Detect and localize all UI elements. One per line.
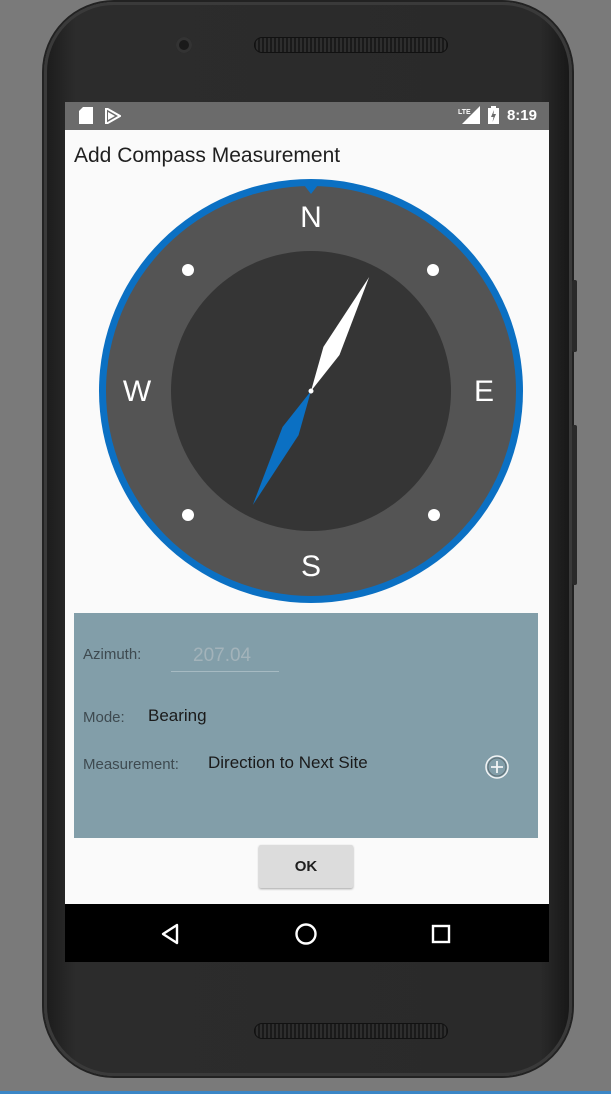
azimuth-label: Azimuth: [83, 646, 142, 663]
measurement-value[interactable]: Direction to Next Site [208, 753, 368, 773]
recents-icon[interactable] [423, 916, 459, 952]
screen: LTE 8:19 Add Compass Measurement N E S W [65, 102, 549, 962]
compass-dial[interactable]: N E S W [99, 179, 523, 603]
signal-icon: LTE [458, 106, 480, 124]
status-time: 8:19 [506, 106, 537, 124]
compass-tick-ne [427, 264, 439, 276]
navigation-bar [65, 904, 549, 962]
compass-label-east: E [474, 375, 494, 408]
battery-charging-icon [487, 106, 499, 124]
back-icon[interactable] [152, 916, 188, 952]
compass-tick-nw [182, 264, 194, 276]
sd-card-icon [79, 107, 93, 124]
play-store-icon [105, 107, 121, 124]
power-button[interactable] [572, 280, 577, 352]
svg-text:LTE: LTE [458, 109, 471, 116]
compass-label-north: N [300, 201, 322, 234]
ok-button[interactable]: OK [259, 845, 353, 888]
volume-rocker[interactable] [572, 425, 577, 585]
measurement-panel: Azimuth: Mode: Bearing Measurement: Dire… [74, 613, 538, 838]
top-speaker [254, 37, 448, 53]
azimuth-input[interactable] [171, 640, 279, 672]
mode-label: Mode: [83, 709, 125, 726]
compass-tick-sw [182, 509, 194, 521]
bottom-speaker [254, 1023, 448, 1039]
mode-value[interactable]: Bearing [148, 706, 207, 726]
home-icon[interactable] [288, 916, 324, 952]
compass-label-west: W [123, 375, 152, 408]
status-bar: LTE 8:19 [65, 102, 549, 130]
front-camera [176, 37, 192, 53]
compass-label-south: S [301, 550, 321, 583]
dialog-title: Add Compass Measurement [74, 144, 341, 167]
add-measurement-icon[interactable] [485, 755, 509, 779]
compass-tick-se [428, 509, 440, 521]
measurement-label: Measurement: [83, 756, 179, 773]
